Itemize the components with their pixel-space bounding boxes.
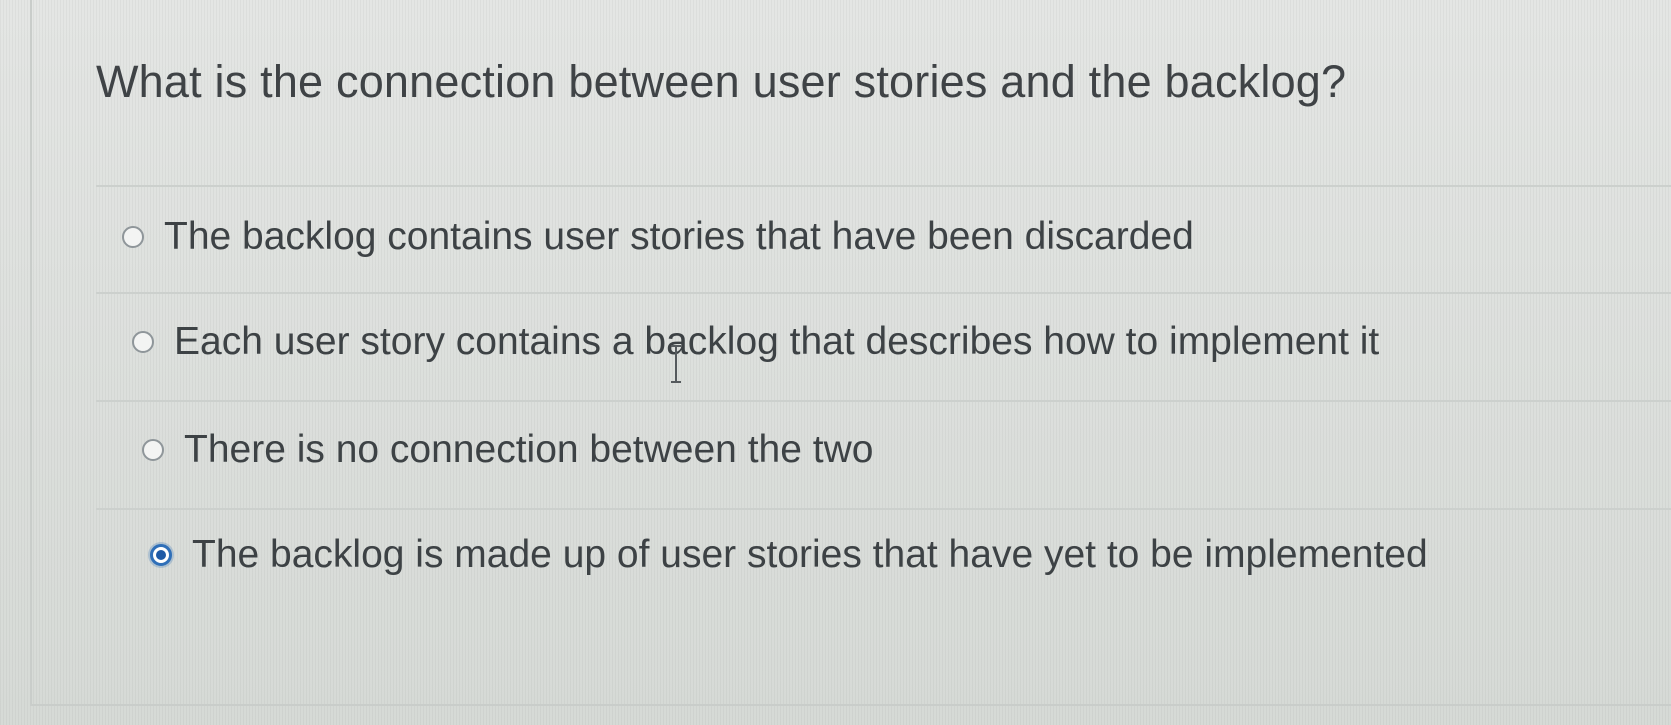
divider [96, 508, 1671, 510]
answer-option-1[interactable]: The backlog contains user stories that h… [122, 215, 1194, 259]
radio-filled-icon[interactable] [150, 544, 172, 566]
answer-option-4[interactable]: The backlog is made up of user stories t… [150, 533, 1428, 577]
quiz-screen: What is the connection between user stor… [0, 0, 1671, 725]
divider [96, 292, 1671, 294]
divider [96, 400, 1671, 402]
radio-empty-icon[interactable] [122, 226, 144, 248]
text-cursor-icon [671, 345, 681, 383]
radio-empty-icon[interactable] [132, 331, 154, 353]
answer-label: There is no connection between the two [184, 428, 874, 471]
radio-empty-icon[interactable] [142, 439, 164, 461]
answer-label: The backlog contains user stories that h… [164, 215, 1194, 258]
answer-label: The backlog is made up of user stories t… [192, 533, 1428, 576]
answer-option-3[interactable]: There is no connection between the two [142, 428, 873, 472]
answer-label: Each user story contains a backlog that … [174, 320, 1380, 363]
question-title: What is the connection between user stor… [96, 56, 1347, 107]
answer-option-2[interactable]: Each user story contains a backlog that … [132, 320, 1379, 364]
divider [96, 185, 1671, 187]
